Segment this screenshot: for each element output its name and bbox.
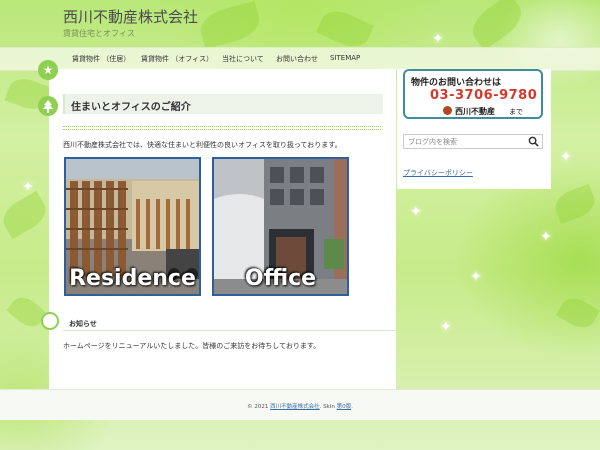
news-header: お知らせ <box>63 316 395 331</box>
contact-banner[interactable]: 物件のお問い合わせは 03-3706-9780 西川不動産 まで <box>403 69 543 119</box>
company-logo-icon <box>443 106 452 115</box>
section-header: 住まいとオフィスのご紹介 <box>63 94 383 114</box>
footer-text: © 2021 西川不動産株式会社. Skin 第0版. <box>0 402 600 410</box>
residence-photo-link[interactable]: Residence <box>64 157 201 296</box>
nav-item-contact[interactable]: お問い合わせ <box>276 54 318 64</box>
main-navigation: 賃貸物件 （住居） 賃貸物件 （オフィス） 当社について お問い合わせ SITE… <box>0 47 600 71</box>
copyright-text: © 2021 <box>247 404 269 410</box>
nav-item-sitemap[interactable]: SITEMAP <box>330 54 360 62</box>
contact-line: 物件のお問い合わせは <box>411 78 502 88</box>
office-photo-link[interactable]: Office <box>212 157 349 296</box>
footer-company-link[interactable]: 西川不動産株式会社 <box>270 404 320 410</box>
nav-item-about[interactable]: 当社について <box>222 54 264 64</box>
news-text: ホームページをリニューアルいたしました。皆様のご来訪をお待ちしております。 <box>63 342 321 350</box>
office-label: Office <box>244 266 317 291</box>
search-box <box>403 134 543 149</box>
section-title: 住まいとオフィスのご紹介 <box>71 102 191 113</box>
intro-text: 西川不動産株式会社では、快適な住まいと利便性の良いオフィスを取り扱っております。 <box>63 141 342 149</box>
site-description: 賃貸住宅とオフィス <box>63 29 135 38</box>
tree-icon <box>38 96 58 116</box>
residence-label: Residence <box>69 266 196 291</box>
contact-phone: 03-3706-9780 <box>430 88 538 103</box>
news-title: お知らせ <box>69 320 97 328</box>
circle-bullet-icon <box>41 312 59 330</box>
search-icon[interactable] <box>528 136 539 147</box>
footer-skin-link[interactable]: 第0版 <box>337 404 352 410</box>
footer-end: . <box>351 404 353 410</box>
divider <box>63 126 381 127</box>
nav-item-residence[interactable]: 賃貸物件 （住居） <box>72 54 130 64</box>
privacy-policy-link[interactable]: プライバシーポリシー <box>403 168 473 178</box>
nav-item-office[interactable]: 賃貸物件 （オフィス） <box>141 54 213 64</box>
search-input[interactable] <box>408 137 526 147</box>
divider <box>63 129 381 130</box>
contact-suffix: まで <box>509 108 523 116</box>
site-title[interactable]: 西川不動産株式会社 <box>63 6 198 27</box>
star-icon: ★ <box>38 60 58 80</box>
footer-skin-text: . Skin <box>319 404 335 410</box>
contact-company: 西川不動産 <box>455 107 495 116</box>
